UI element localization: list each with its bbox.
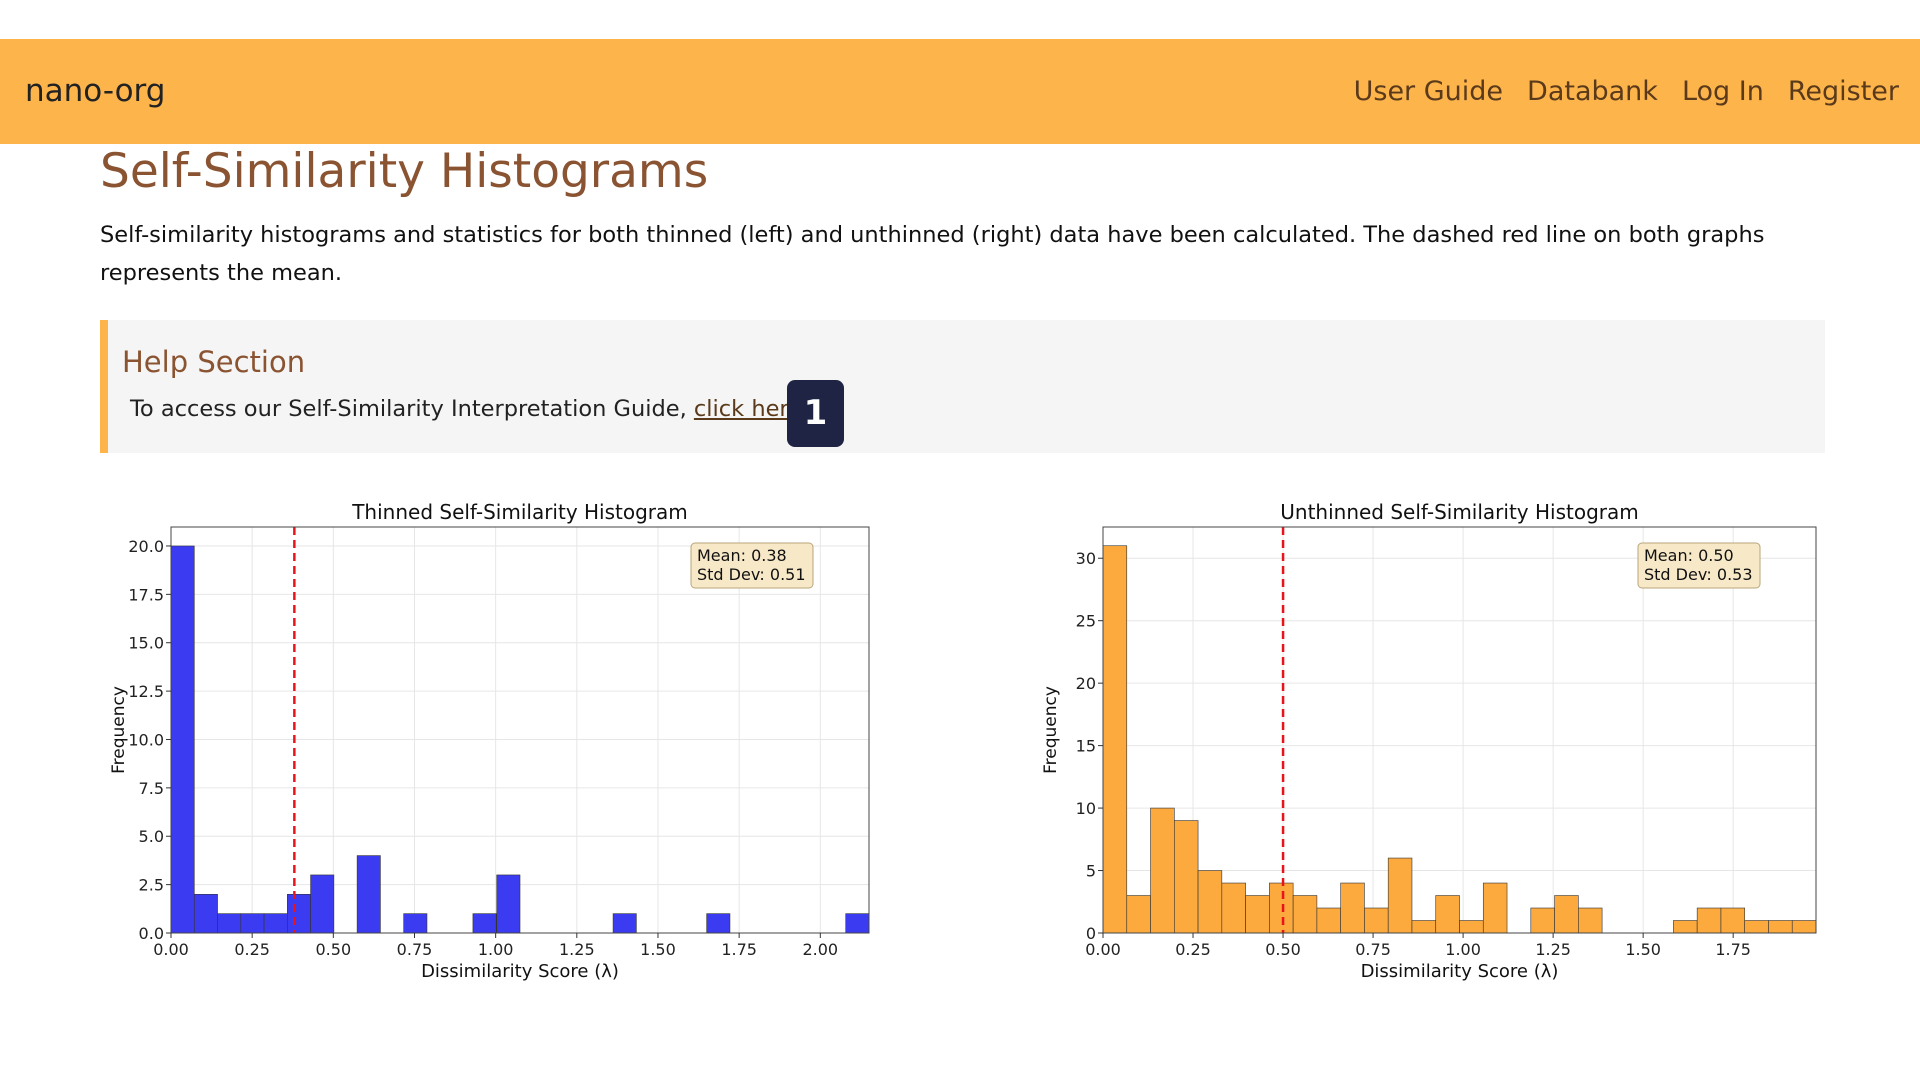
nav-log-in[interactable]: Log In [1682, 76, 1764, 107]
histogram-bar [496, 874, 521, 934]
y-tick-label: 2.5 [139, 876, 164, 895]
histogram-bar [217, 913, 242, 934]
x-tick-label: 1.00 [478, 940, 514, 959]
histogram-bar [1340, 882, 1365, 934]
y-tick-label: 17.5 [128, 585, 164, 604]
histogram-bar [1269, 882, 1294, 934]
stats-mean-label: Mean: 0.50 [1644, 546, 1734, 565]
nav-user-guide[interactable]: User Guide [1354, 76, 1503, 107]
x-tick-label: 2.00 [802, 940, 838, 959]
histogram-bar [193, 893, 218, 934]
histogram-bar [1364, 907, 1389, 934]
help-section [100, 320, 1825, 453]
x-tick-label: 1.50 [1625, 940, 1661, 959]
x-tick-label: 1.25 [559, 940, 595, 959]
histogram-bar [472, 913, 497, 934]
histogram-bar [1578, 907, 1603, 934]
page-title: Self-Similarity Histograms [100, 144, 709, 199]
x-axis-label: Dissimilarity Score (λ) [1361, 961, 1559, 982]
y-tick-label: 20.0 [128, 537, 164, 556]
histogram-bar [1197, 870, 1223, 934]
histogram-bar [1150, 807, 1175, 934]
y-axis-label: Frequency [109, 686, 129, 774]
thinned-histogram-svg: 0.00 0.25 0.50 0.75 1.00 1.25 1.50 1.75 2.000.02… [109, 500, 870, 982]
x-tick-label: 0.50 [1265, 940, 1301, 959]
nav-links: User Guide Databank Log In Register [1354, 39, 1899, 144]
histogram-bar [1673, 920, 1698, 934]
histogram-bar [1482, 882, 1508, 934]
histogram-bar [263, 913, 288, 934]
y-tick-label: 30 [1076, 549, 1096, 568]
histogram-bar [170, 545, 195, 934]
histogram-bar [1292, 895, 1318, 934]
histogram-bar [356, 855, 381, 934]
y-tick-label: 15.0 [128, 634, 164, 653]
stats-mean-label: Mean: 0.38 [697, 546, 787, 565]
histogram-bar [1744, 920, 1769, 934]
histogram-bar [1387, 857, 1413, 934]
x-tick-label: 0.25 [1175, 940, 1211, 959]
thinned-histogram-chart: 0.00 0.25 0.50 0.75 1.00 1.25 1.50 1.75 2.00 0.0 2… [100, 495, 880, 995]
x-tick-label: 1.75 [1715, 940, 1751, 959]
histogram-bar [1316, 907, 1341, 934]
histogram-bar [612, 913, 637, 934]
y-tick-label: 5 [1086, 862, 1096, 881]
histogram-bar [1102, 545, 1128, 934]
y-tick-label: 25 [1076, 612, 1096, 631]
histogram-bar [1554, 895, 1579, 934]
histogram-bar [1411, 920, 1437, 934]
y-tick-label: 12.5 [128, 682, 164, 701]
histogram-bar [403, 913, 428, 934]
unthinned-histogram-chart: 0.00 0.25 0.50 0.75 1.00 1.25 1.50 1.75 0 5 10 15 20… [1040, 495, 1820, 995]
x-tick-label: 1.75 [721, 940, 757, 959]
step-badge: 1 [787, 380, 844, 447]
y-tick-label: 15 [1076, 737, 1096, 756]
help-title: Help Section [122, 345, 306, 379]
histogram-bar [1221, 882, 1246, 934]
x-tick-label: 0.75 [397, 940, 433, 959]
y-tick-label: 10.0 [128, 730, 164, 749]
histogram-bar [310, 874, 335, 934]
navbar: nano-org User Guide Databank Log In Regi… [0, 39, 1920, 144]
x-axis-label: Dissimilarity Score (λ) [421, 961, 619, 982]
stats-stddev-label: Std Dev: 0.51 [697, 565, 806, 584]
histogram-bar [845, 913, 870, 934]
histogram-bar [1768, 920, 1793, 934]
unthinned-histogram-svg: 0.00 0.25 0.50 0.75 1.00 1.25 1.50 1.7505101520… [1041, 500, 1817, 982]
histogram-bar [1720, 907, 1746, 934]
x-tick-label: 0.75 [1355, 940, 1391, 959]
x-tick-label: 1.25 [1535, 940, 1571, 959]
y-tick-label: 20 [1076, 674, 1096, 693]
histogram-bar [1696, 907, 1722, 934]
stats-stddev-label: Std Dev: 0.53 [1644, 565, 1753, 584]
histogram-bar [287, 893, 311, 934]
help-text-label: To access our Self-Similarity Interpreta… [130, 396, 694, 422]
chart-title: Unthinned Self-Similarity Histogram [1280, 500, 1639, 524]
x-tick-label: 1.00 [1445, 940, 1481, 959]
histogram-bar [1459, 920, 1484, 934]
intro-text: Self-similarity histograms and statistic… [100, 222, 1765, 286]
brand-logo[interactable]: nano-org [25, 39, 165, 144]
x-tick-label: 0.50 [316, 940, 352, 959]
chart-title: Thinned Self-Similarity Histogram [351, 500, 688, 524]
histogram-bar [1530, 907, 1555, 934]
nav-register[interactable]: Register [1788, 76, 1899, 107]
histogram-bar [1126, 895, 1151, 934]
y-tick-label: 5.0 [139, 827, 164, 846]
y-axis-label: Frequency [1041, 686, 1061, 774]
histogram-bar [1245, 895, 1270, 934]
histogram-bar [1435, 895, 1460, 934]
help-text: To access our Self-Similarity Interpreta… [130, 396, 809, 422]
histogram-bar [240, 913, 265, 934]
x-tick-label: 0.25 [234, 940, 270, 959]
y-tick-label: 7.5 [139, 779, 164, 798]
histogram-bar [1791, 920, 1817, 934]
y-tick-label: 0.0 [139, 924, 164, 943]
histogram-bar [1174, 820, 1199, 934]
y-tick-label: 10 [1076, 799, 1096, 818]
nav-databank[interactable]: Databank [1527, 76, 1658, 107]
y-tick-label: 0 [1086, 924, 1096, 943]
x-tick-label: 1.50 [640, 940, 676, 959]
histogram-bar [706, 913, 731, 934]
